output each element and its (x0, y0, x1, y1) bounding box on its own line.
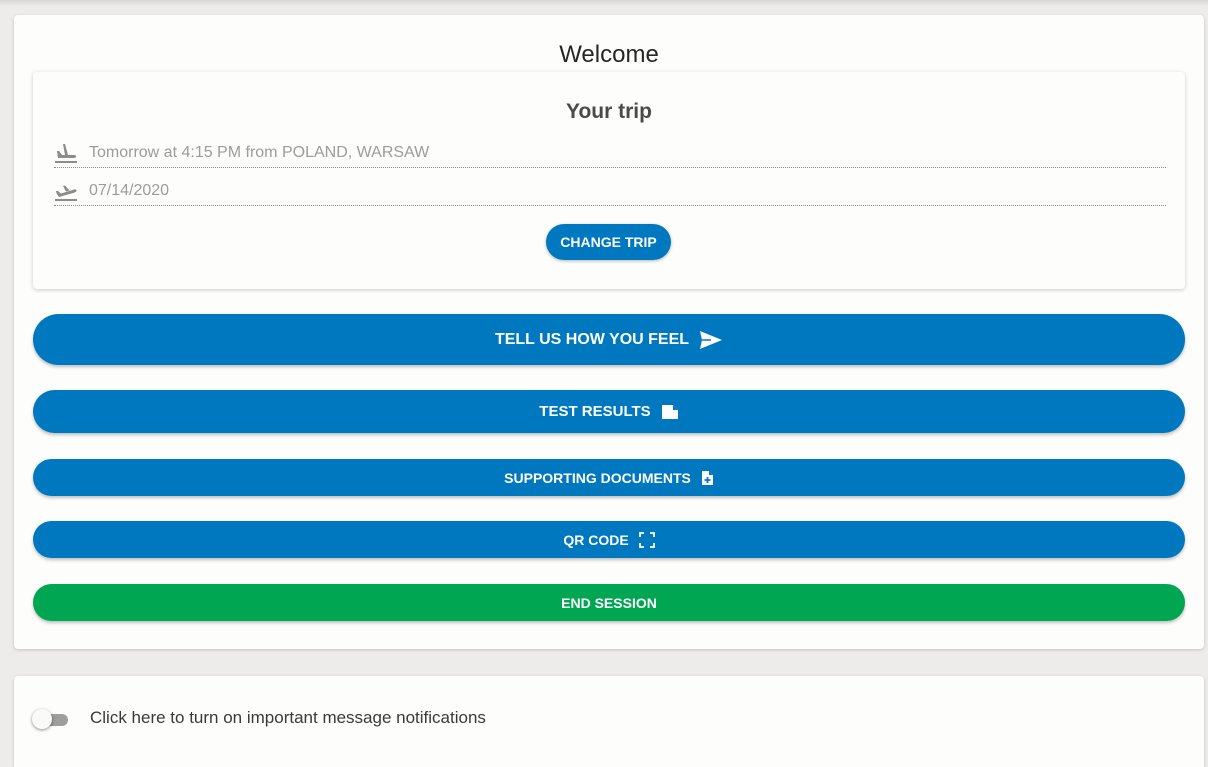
tell-us-how-you-feel-label: TELL US HOW YOU FEEL (494, 330, 690, 348)
flight-takeoff-icon (54, 180, 78, 202)
trip-departure-row: Tomorrow at 4:15 PM from POLAND, WARSAW (54, 138, 1166, 168)
send-icon (699, 330, 723, 350)
test-results-label: TEST RESULTS (539, 403, 651, 420)
trip-card: Your trip Tomorrow at 4:15 PM from POLAN… (33, 72, 1185, 289)
notification-toggle[interactable] (32, 708, 72, 730)
notification-label[interactable]: Click here to turn on important message … (90, 708, 486, 728)
flight-departure-icon (54, 142, 78, 164)
test-results-button[interactable]: TEST RESULTS (33, 390, 1185, 433)
trip-return-text: 07/14/2020 (89, 181, 170, 199)
trip-title: Your trip (566, 100, 652, 123)
top-shadow (0, 0, 1208, 6)
change-trip-button[interactable]: CHANGE TRIP (546, 224, 671, 260)
notification-card: Click here to turn on important message … (14, 676, 1204, 767)
end-session-label: END SESSION (561, 594, 657, 611)
trip-return-row: 07/14/2020 (54, 176, 1166, 206)
end-session-button[interactable]: END SESSION (33, 584, 1185, 621)
file-icon (661, 404, 679, 420)
qr-code-button[interactable]: QR CODE (33, 521, 1185, 558)
file-plus-icon (701, 470, 714, 486)
page-title: Welcome (559, 41, 659, 68)
supporting-documents-label: SUPPORTING DOCUMENTS (504, 469, 691, 486)
qr-code-label: QR CODE (563, 531, 629, 548)
toggle-knob (32, 709, 52, 729)
trip-departure-text: Tomorrow at 4:15 PM from POLAND, WARSAW (89, 143, 430, 161)
scan-frame-icon (638, 531, 655, 548)
tell-us-how-you-feel-button[interactable]: TELL US HOW YOU FEEL (33, 314, 1185, 365)
supporting-documents-button[interactable]: SUPPORTING DOCUMENTS (33, 459, 1185, 496)
welcome-card: Welcome Your trip Tomorrow at 4:15 PM fr… (14, 15, 1204, 649)
